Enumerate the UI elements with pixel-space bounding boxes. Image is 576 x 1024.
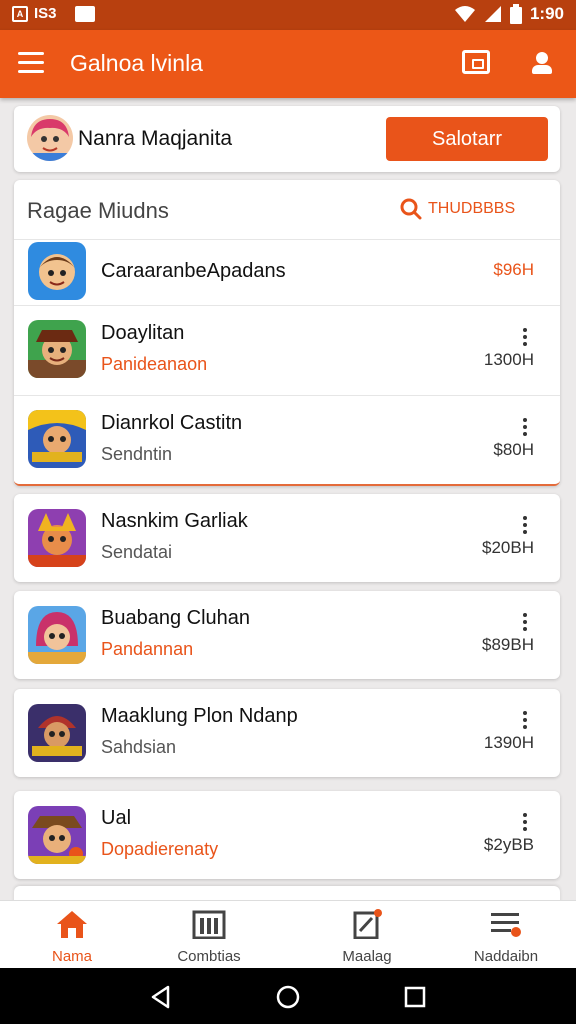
item-price: 1300H (483, 350, 534, 369)
status-label: IS3 (34, 5, 57, 22)
item-subtitle: Sahdsian (101, 737, 177, 757)
more-options-icon[interactable] (522, 813, 528, 831)
game-card[interactable]: Maaklung Plon Ndanp Sahdsian 1390H (14, 689, 560, 777)
nav-home[interactable]: Nama (0, 901, 144, 969)
list-item[interactable]: Dianrkol Castitn Sendntin $80H (14, 396, 560, 484)
search-button[interactable]: THUDBBBS (400, 198, 515, 220)
profile-card: Nanra Maqjanita Salotarr (14, 106, 560, 172)
game-card[interactable]: Ual Dopadierenaty $2yBB (14, 791, 560, 879)
search-icon (400, 198, 422, 220)
item-name: Dianrkol Castitn (101, 412, 243, 434)
item-price: $89BH (482, 635, 534, 654)
list-title: Ragae Miudns (27, 198, 169, 223)
nav-edit-label: Maalag (342, 948, 392, 965)
more-options-icon[interactable] (522, 613, 528, 631)
select-button[interactable]: Salotarr (386, 117, 548, 161)
item-name: Nasnkim Garliak (101, 510, 248, 532)
item-name: Doaylitan (101, 322, 185, 344)
list-item[interactable]: CaraaranbeApadans $96H (14, 240, 560, 306)
item-name: Buabang Cluhan (101, 607, 251, 629)
games-list-panel: Ragae Miudns THUDBBBS CaraaranbeApadans … (14, 180, 560, 486)
home-icon (57, 911, 87, 938)
knight-game-icon (28, 704, 86, 762)
edit-icon (353, 909, 382, 939)
nav-home-label: Nama (51, 948, 92, 965)
item-subtitle: Sendntin (101, 444, 173, 464)
status-time: 1:90 (529, 4, 564, 23)
item-price: $96H (493, 260, 534, 279)
nav-library-label: Combtias (177, 948, 241, 965)
list-item[interactable]: Doaylitan Panideanaon 1300H (14, 306, 560, 396)
notification-icon: A (12, 5, 28, 22)
library-icon (192, 910, 226, 939)
list-header: Ragae Miudns THUDBBBS (14, 180, 560, 240)
item-subtitle: Sendatai (101, 542, 173, 562)
app-bar: Galnoa lvinla (0, 30, 576, 98)
recents-icon[interactable] (402, 984, 428, 1010)
system-navigation-bar (0, 968, 576, 1024)
app-title: Galnoa lvinla (70, 50, 203, 76)
nav-more-label: Naddaibn (473, 948, 539, 965)
warrior-game-icon (28, 410, 86, 468)
photo-notification-icon (74, 5, 95, 22)
game-card[interactable]: Nasnkim Garliak Sendatai $20BH (14, 494, 560, 582)
more-options-icon[interactable] (522, 328, 528, 346)
nav-more[interactable]: Naddaibn (434, 901, 576, 969)
signal-icon (484, 6, 501, 22)
search-label: THUDBBBS (428, 200, 516, 217)
back-icon[interactable] (148, 984, 174, 1010)
menu-badge-icon (491, 913, 521, 937)
wifi-icon (454, 6, 475, 22)
game-card[interactable]: Buabang Cluhan Pandannan $89BH (14, 591, 560, 679)
more-options-icon[interactable] (522, 711, 528, 729)
more-options-icon[interactable] (522, 418, 528, 436)
bottom-navigation: Nama Combtias Maalag Naddaibn (0, 900, 576, 968)
item-name: Ual (101, 807, 132, 829)
avatar[interactable] (27, 115, 73, 161)
status-left: A IS3 (12, 5, 95, 22)
item-price: $80H (493, 440, 534, 459)
item-name: CaraaranbeApadans (101, 260, 286, 282)
ninja-game-icon (28, 242, 86, 300)
nav-library[interactable]: Combtias (137, 901, 281, 969)
home-circle-icon[interactable] (275, 984, 301, 1010)
nav-edit[interactable]: Maalag (295, 901, 439, 969)
pirate-game-icon (28, 320, 86, 378)
item-subtitle: Pandannan (101, 639, 194, 659)
profile-name: Nanra Maqjanita (78, 127, 233, 150)
cast-icon[interactable] (462, 50, 490, 74)
item-name: Maaklung Plon Ndanp (101, 705, 298, 727)
battery-icon (509, 4, 522, 24)
item-subtitle: Dopadierenaty (101, 839, 219, 859)
status-bar: A IS3 1:90 (0, 0, 576, 30)
cowboy-game-icon (28, 806, 86, 864)
menu-icon[interactable] (18, 52, 44, 74)
status-right: 1:90 (454, 4, 564, 24)
more-options-icon[interactable] (522, 516, 528, 534)
account-icon[interactable] (530, 50, 554, 76)
item-price: $2yBB (483, 835, 534, 854)
mage-game-icon (28, 606, 86, 664)
item-price: $20BH (482, 538, 534, 557)
item-price: 1390H (483, 733, 534, 752)
viking-game-icon (28, 509, 86, 567)
item-subtitle: Panideanaon (101, 354, 208, 374)
